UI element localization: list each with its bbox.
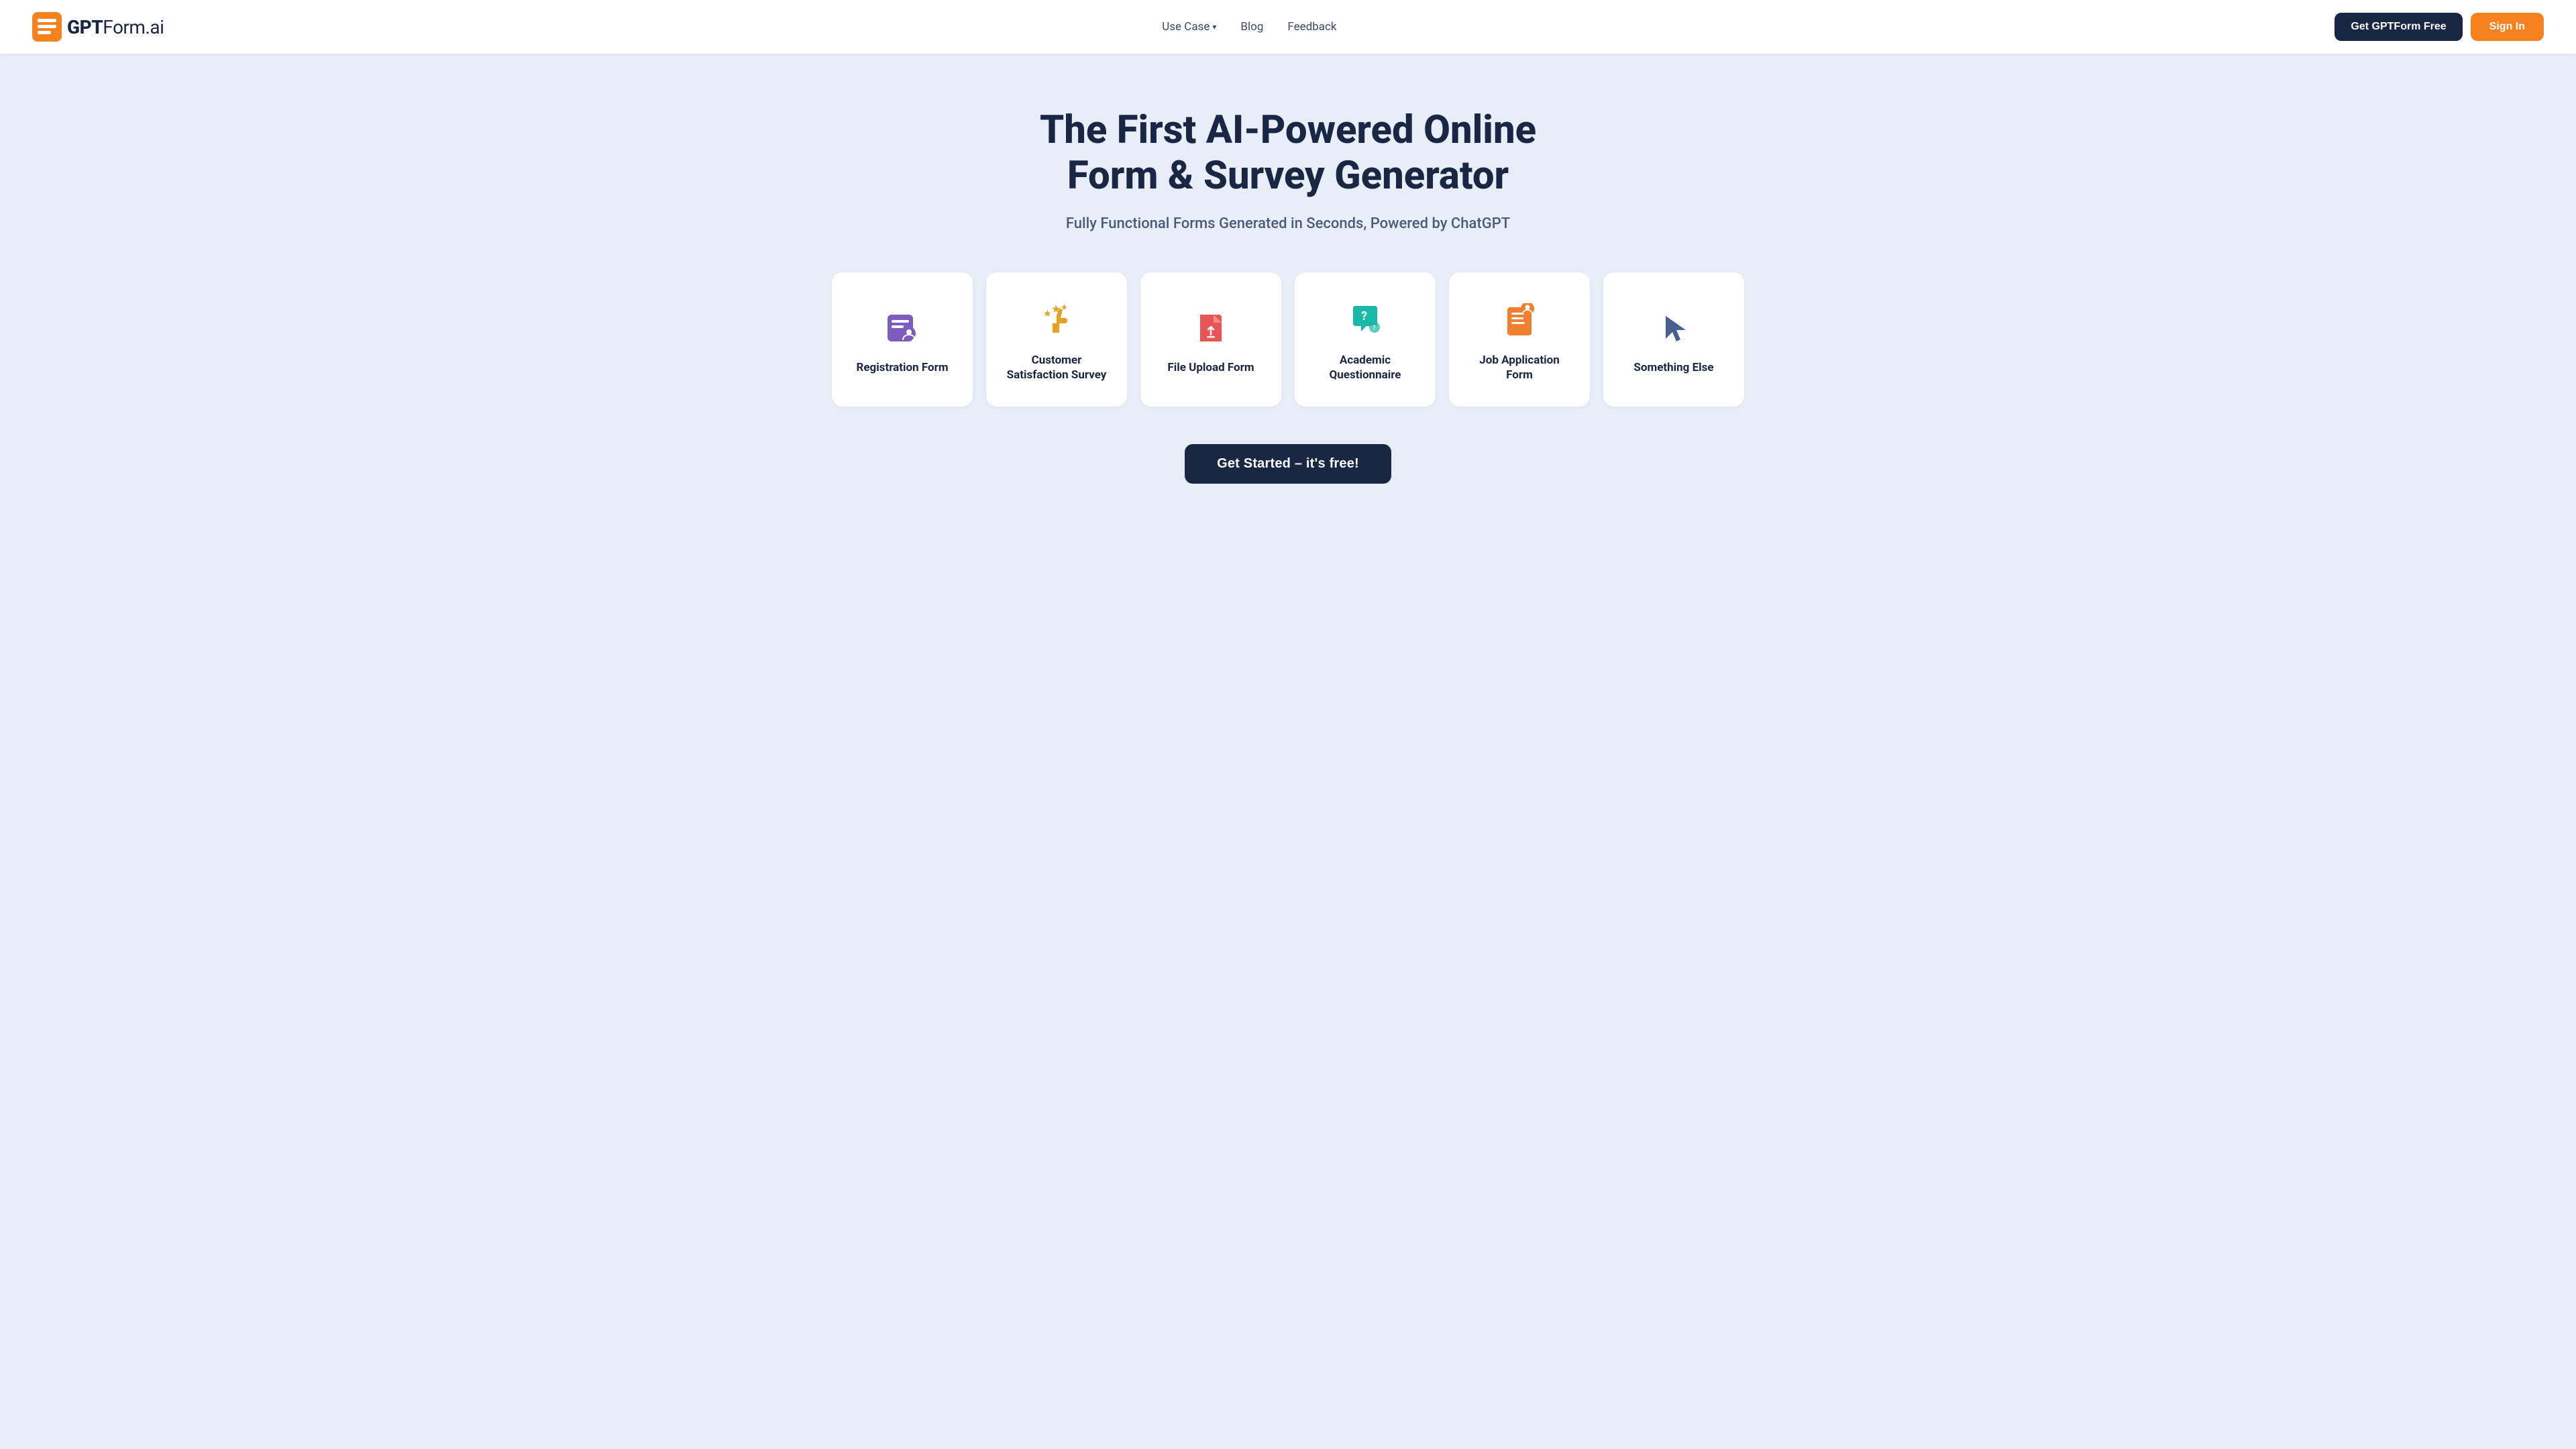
job-application-icon (1501, 302, 1538, 339)
logo-gpt: GPT (67, 16, 103, 38)
nav-feedback[interactable]: Feedback (1287, 20, 1336, 34)
sign-in-button[interactable]: Sign In (2471, 13, 2544, 41)
registration-icon (883, 309, 921, 347)
card-registration-label: Registration Form (856, 360, 948, 375)
nav-blog[interactable]: Blog (1240, 20, 1263, 34)
card-file-upload[interactable]: File Upload Form (1140, 272, 1281, 407)
logo-icon (32, 12, 62, 42)
card-job-application-label: Job Application Form (1465, 353, 1574, 382)
satisfaction-icon: ★ ★ ★ (1038, 302, 1075, 339)
svg-text:★: ★ (1051, 303, 1061, 315)
svg-text:★: ★ (1061, 303, 1068, 312)
chevron-down-icon: ▾ (1212, 22, 1216, 32)
file-upload-icon (1192, 309, 1230, 347)
card-satisfaction-label: Customer Satisfaction Survey (1002, 353, 1111, 382)
svg-text:★: ★ (1043, 309, 1052, 319)
hero-subtitle: Fully Functional Forms Generated in Seco… (1066, 215, 1510, 232)
nav-links: Use Case ▾ Blog Feedback (1162, 20, 1336, 34)
get-gptform-free-button[interactable]: Get GPTForm Free (2334, 13, 2462, 41)
nav-use-case[interactable]: Use Case ▾ (1162, 20, 1216, 34)
card-academic[interactable]: ? ? Academic Questionnaire (1295, 272, 1436, 407)
card-something-else-label: Something Else (1633, 360, 1713, 375)
get-started-button[interactable]: Get Started – it's free! (1185, 444, 1391, 484)
svg-text:?: ? (1373, 325, 1376, 332)
card-satisfaction[interactable]: ★ ★ ★ Customer Satisfaction Survey (986, 272, 1127, 407)
navbar: GPTForm.ai Use Case ▾ Blog Feedback Get … (0, 0, 2576, 54)
svg-text:?: ? (1361, 309, 1367, 323)
card-something-else[interactable]: Something Else (1603, 272, 1744, 407)
card-academic-label: Academic Questionnaire (1311, 353, 1419, 382)
card-file-upload-label: File Upload Form (1167, 360, 1254, 375)
hero-section: The First AI-Powered Online Form & Surve… (0, 54, 2576, 524)
logo-ai: .ai (145, 16, 164, 38)
logo[interactable]: GPTForm.ai (32, 12, 164, 42)
logo-form: Form (103, 16, 145, 38)
something-else-icon (1655, 309, 1693, 347)
cards-row: Registration Form ★ ★ ★ Customer Satisfa… (818, 272, 1758, 407)
nav-actions: Get GPTForm Free Sign In (2334, 13, 2544, 41)
card-registration[interactable]: Registration Form (832, 272, 973, 407)
card-job-application[interactable]: Job Application Form (1449, 272, 1590, 407)
cta-container: Get Started – it's free! (1185, 444, 1391, 484)
hero-title: The First AI-Powered Online Form & Surve… (1013, 107, 1563, 199)
academic-icon: ? ? (1346, 302, 1384, 339)
